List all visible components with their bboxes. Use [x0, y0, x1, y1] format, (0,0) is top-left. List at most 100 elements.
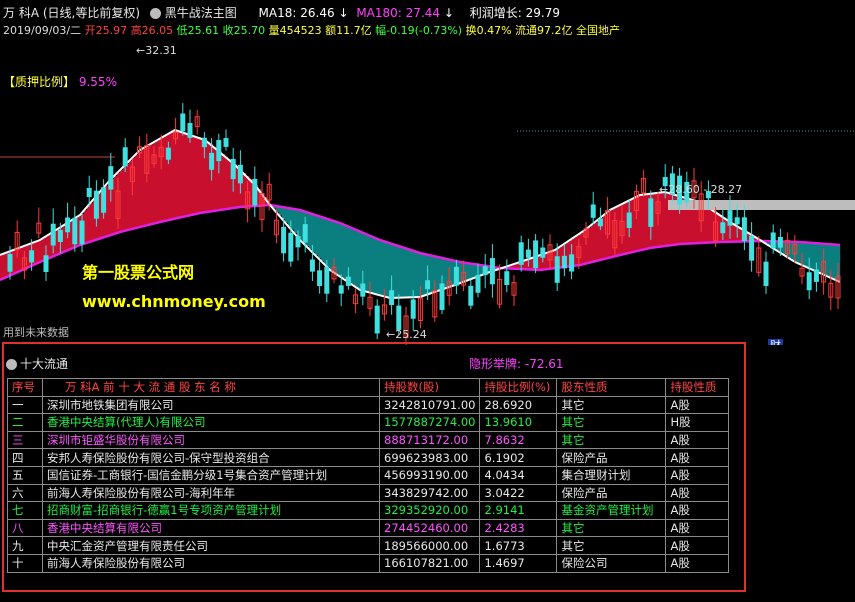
candle-body — [749, 235, 755, 261]
candle-body — [281, 226, 287, 254]
candle-body — [302, 224, 308, 243]
quote-turnover: 换0.47% — [465, 24, 512, 37]
table-row[interactable]: 一深圳市地铁集团有限公司 3242810791.00 28.6920 其它 A股 — [7, 395, 730, 415]
row-index: 六 — [7, 483, 43, 503]
row-holder-name: 深圳市钜盛华股份有限公司 — [42, 430, 380, 450]
table-row[interactable]: 六前海人寿保险股份有限公司-海利年年 343829742.00 3.0422 保险产品… — [7, 483, 730, 503]
table-row[interactable]: 八香港中央结算有限公司 274452460.00 2.4283 其它 A股 — [7, 518, 730, 538]
kline-chart[interactable]: 万 科A (日线,等比前复权) 黑牛战法主图 MA18: 26.46 ↓ MA1… — [0, 0, 855, 345]
col-holder-name[interactable]: 万 科A 前 十 大 流 通 股 东 名 称 — [42, 378, 380, 397]
row-share-type: A股 — [665, 553, 730, 573]
ma-band-segment — [186, 133, 190, 217]
table-row[interactable]: 二香港中央结算(代理人)有限公司 1577887274.00 13.9610 其它 H股 — [7, 413, 730, 432]
candle-body — [410, 299, 416, 319]
col-holder-nature[interactable]: 股东性质 — [556, 378, 667, 397]
candle-body — [777, 237, 783, 248]
row-index: 七 — [7, 501, 43, 520]
candle-body — [720, 222, 726, 234]
top-holders-panel: 十大流通 隐形举牌: -72.61 序号 万 科A 前 十 大 流 通 股 东 … — [2, 342, 746, 592]
candle-body — [79, 220, 85, 245]
ma-band-segment — [126, 164, 130, 231]
ma-band-segment — [654, 193, 658, 248]
row-shares: 699623983.00 — [378, 448, 481, 467]
col-shares[interactable]: 持股数(股) — [378, 378, 481, 397]
row-holder-name: 前海人寿保险股份有限公司-海利年年 — [42, 483, 380, 503]
ma-band-segment — [0, 255, 4, 280]
collapse-panel-icon[interactable] — [6, 359, 17, 370]
candle-body — [65, 217, 71, 233]
row-share-type: H股 — [665, 413, 730, 432]
future-data-note: 用到未来数据 — [3, 326, 69, 339]
quote-low: 低25.61 — [176, 24, 220, 37]
ma-band-segment — [90, 203, 94, 242]
row-share-type: A股 — [665, 430, 730, 450]
row-holder-nature: 其它 — [556, 430, 667, 450]
ma-band-segment — [282, 207, 286, 219]
table-row[interactable]: 四安邦人寿保险股份有限公司-保守型投资组合 699623983.00 6.1902 保… — [7, 448, 730, 467]
period-mode[interactable]: (日线,等比前复权) — [43, 6, 140, 20]
candle-body — [223, 138, 229, 147]
candle-body — [201, 137, 207, 148]
stock-name: 万 科A — [3, 6, 40, 20]
quote-line: 2019/09/03/二 开25.97 高26.05 低25.61 收25.70… — [3, 22, 620, 38]
ma-band-segment — [183, 132, 187, 217]
candle-body — [727, 210, 733, 226]
row-ratio: 13.9610 — [479, 413, 558, 432]
quote-change: 幅-0.19(-0.73%) — [375, 24, 463, 37]
table-row[interactable]: 十前海人寿保险股份有限公司 166107821.00 1.4697 保险公司 A股 — [7, 553, 730, 573]
table-row[interactable]: 九中央汇金资产管理有限责任公司 189566000.00 1.6773 其它 A股 — [7, 536, 730, 555]
table-row[interactable]: 五国信证券-工商银行-国信金鹏分级1号集合资产管理计划 456993190.00 4… — [7, 465, 730, 485]
row-ratio: 1.6773 — [479, 536, 558, 555]
candle-body — [209, 152, 215, 170]
quote-open: 开25.97 — [84, 24, 128, 37]
col-ratio[interactable]: 持股比例(%) — [479, 378, 558, 397]
ma-band-segment — [657, 192, 661, 248]
row-holder-nature: 其它 — [556, 518, 667, 538]
ma-band-segment — [705, 205, 709, 243]
quote-float-cap: 流通97.2亿 — [515, 24, 573, 37]
ma-band-segment — [351, 227, 355, 284]
row-index: 五 — [7, 465, 43, 485]
high-price-value: 32.31 — [145, 44, 177, 57]
indicator-name[interactable]: 黑牛战法主图 — [165, 6, 237, 20]
col-index[interactable]: 序号 — [7, 378, 43, 397]
candle-body — [216, 140, 222, 162]
candle-body — [86, 188, 92, 197]
row-share-type: A股 — [665, 501, 730, 520]
ma-band-segment — [207, 141, 211, 212]
ma180-label: MA180: — [356, 6, 402, 20]
col-share-type[interactable]: 持股性质 — [665, 378, 730, 397]
finance-marker[interactable]: 财 — [768, 339, 783, 345]
candle-body — [770, 232, 776, 248]
candle-body — [554, 256, 560, 283]
ma-band-segment — [423, 253, 427, 296]
candle-body — [374, 305, 380, 334]
ma-band-segment — [804, 242, 808, 266]
ma18-label: MA18: — [258, 6, 297, 20]
quote-sector[interactable]: 全国地产 — [576, 24, 620, 37]
ma-band-segment — [294, 209, 298, 233]
table-row[interactable]: 三深圳市钜盛华股份有限公司 888713172.00 7.8632 其它 A股 — [7, 430, 730, 450]
candle-body — [489, 258, 495, 285]
table-row[interactable]: 七招商财富-招商银行-德赢1号专项资产管理计划 329352920.00 2.914… — [7, 501, 730, 520]
ma-band-segment — [339, 222, 343, 276]
ma-band-segment — [324, 217, 328, 264]
ma-band-segment — [225, 156, 229, 210]
ma-band-segment — [189, 134, 193, 216]
candle-body — [324, 267, 330, 294]
ma-band-segment — [801, 242, 805, 265]
row-holder-name: 中央汇金资产管理有限责任公司 — [42, 536, 380, 555]
candle-body — [360, 283, 366, 297]
ma-band-segment — [639, 195, 643, 251]
pledge-label: 【质押比例】 — [3, 75, 76, 89]
ma-band-segment — [414, 251, 418, 298]
candle-body — [180, 113, 186, 132]
candle-body — [806, 272, 812, 291]
ma-band-segment — [342, 223, 346, 278]
indicator-dropdown-icon[interactable] — [149, 8, 161, 19]
profit-growth-value: 29.79 — [525, 6, 560, 20]
ma-band-segment — [138, 152, 142, 228]
candle-body — [101, 187, 107, 213]
candle-body — [813, 269, 819, 282]
row-shares: 329352920.00 — [378, 501, 481, 520]
